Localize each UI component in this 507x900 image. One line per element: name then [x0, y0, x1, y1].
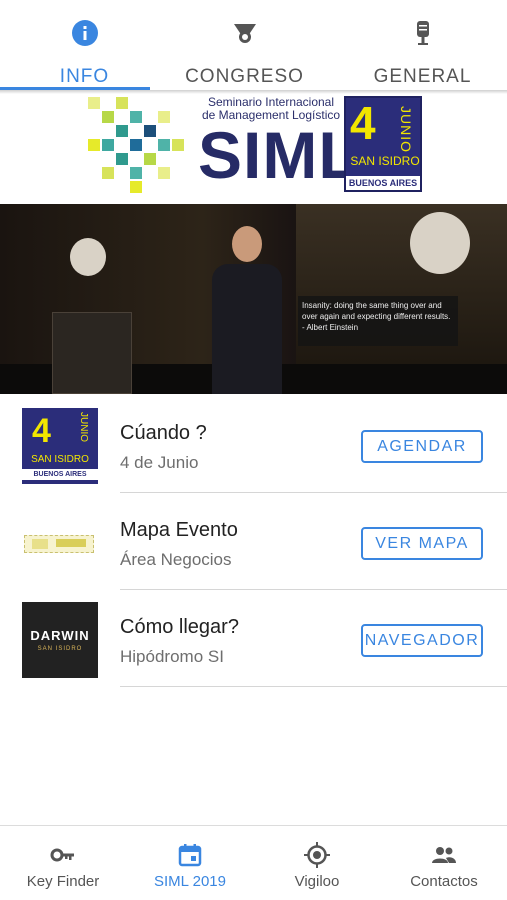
hero-photo: Insanity: doing the same thing over and … — [0, 204, 507, 394]
siml-banner: Seminario Internacional de Management Lo… — [0, 94, 507, 202]
microphone-icon — [416, 21, 429, 45]
nav-contactos-label: Contactos — [410, 873, 478, 890]
thumb-date-city: BUENOS AIRES — [22, 469, 98, 480]
nav-vigiloo[interactable]: Vigiloo — [254, 826, 380, 900]
siml-logo-text: SIML — [198, 118, 360, 192]
map-area-1 — [32, 539, 48, 549]
date-thumbnail: 4 JUNIO SAN ISIDRO BUENOS AIRES — [22, 408, 98, 484]
navegador-button[interactable]: NAVEGADOR — [361, 624, 483, 657]
tab-info[interactable]: INFO — [0, 0, 169, 90]
event-date-badge: 4 JUNIO SAN ISIDRO BUENOS AIRES — [344, 96, 422, 192]
tab-congreso[interactable]: CONGRESO — [160, 0, 329, 90]
tab-congreso-label: CONGRESO — [185, 66, 304, 87]
bottom-nav-bar: Key Finder SIML 2019 Vigiloo Contactos — [0, 825, 507, 900]
quote-author: - Albert Einstein — [302, 323, 359, 332]
list-item-subtitle: 4 de Junio — [120, 453, 199, 472]
list-item-subtitle: Área Negocios — [120, 550, 232, 569]
top-tab-bar: INFO CONGRESO GENERAL — [0, 0, 507, 92]
calendar-icon — [178, 844, 202, 867]
nav-key-finder-label: Key Finder — [26, 873, 100, 890]
podium — [52, 312, 132, 394]
tab-general[interactable]: GENERAL — [338, 0, 507, 90]
nav-key-finder[interactable]: Key Finder — [0, 826, 126, 900]
info-icon — [71, 20, 98, 46]
thumb-date-location: SAN ISIDRO — [31, 454, 89, 465]
list-item-map: Mapa Evento Área Negocios VER MAPA — [0, 493, 507, 590]
projected-quote: Insanity: doing the same thing over and … — [298, 296, 458, 346]
tab-info-label: INFO — [59, 66, 110, 87]
darwin-name: DARWIN — [30, 628, 90, 643]
date-number: 4 — [350, 97, 376, 149]
list-item-title: Mapa Evento — [120, 519, 238, 541]
map-thumbnail — [22, 505, 98, 581]
certificate-icon — [233, 24, 256, 43]
speaker-head — [232, 226, 262, 262]
nav-contactos[interactable]: Contactos — [381, 826, 507, 900]
list-item-title: Cómo llegar? — [120, 616, 239, 638]
people-icon — [432, 847, 456, 863]
nav-siml-2019-label: SIML 2019 — [154, 873, 226, 890]
key-icon — [50, 848, 74, 862]
date-city: BUENOS AIRES — [346, 176, 420, 190]
agendar-button[interactable]: AGENDAR — [361, 430, 483, 463]
thumb-date-month: JUNIO — [78, 412, 89, 442]
nav-siml-2019[interactable]: SIML 2019 — [127, 826, 253, 900]
list-item-directions: DARWIN SAN ISIDRO Cómo llegar? Hipódromo… — [0, 590, 507, 687]
darwin-sub: SAN ISIDRO — [37, 646, 83, 652]
map-area-2 — [56, 539, 86, 547]
list-divider — [120, 686, 507, 687]
nav-vigiloo-label: Vigiloo — [294, 873, 340, 890]
thumb-date-number: 4 — [32, 412, 51, 450]
speaker-figure — [212, 264, 282, 394]
quote-text: Insanity: doing the same thing over and … — [302, 301, 451, 321]
location-target-icon — [304, 842, 330, 868]
einstein-image-left — [70, 238, 106, 276]
darwin-thumbnail: DARWIN SAN ISIDRO — [22, 602, 98, 678]
date-location: SAN ISIDRO — [350, 154, 420, 168]
tab-general-label: GENERAL — [373, 66, 472, 87]
list-item-when: 4 JUNIO SAN ISIDRO BUENOS AIRES Cúando ?… — [0, 396, 507, 493]
list-item-title: Cúando ? — [120, 422, 207, 444]
ver-mapa-button[interactable]: VER MAPA — [361, 527, 483, 560]
siml-grid-logo — [88, 97, 188, 193]
date-month: JUNIO — [398, 106, 414, 153]
list-item-subtitle: Hipódromo SI — [120, 647, 224, 666]
einstein-image-right — [410, 212, 470, 274]
